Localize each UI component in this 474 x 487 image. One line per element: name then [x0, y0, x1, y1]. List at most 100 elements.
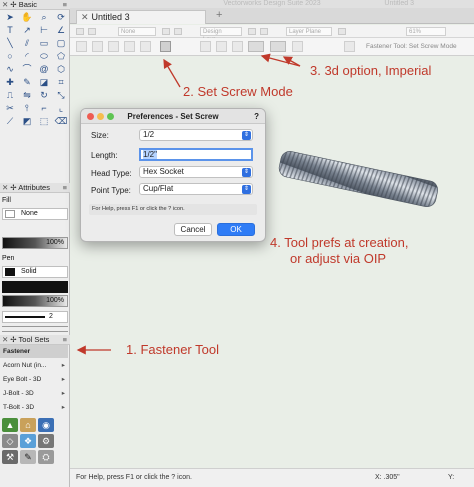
spiral-tool-icon[interactable]: @ [36, 63, 52, 75]
threaded-rod-object[interactable] [272, 148, 444, 214]
plane-select[interactable]: Layer Plane [286, 27, 332, 36]
arrowheads-select[interactable] [2, 326, 68, 332]
callout-tool-icon[interactable]: ↗ [19, 24, 35, 36]
length-field[interactable]: 1/2" [139, 148, 253, 161]
rounded-rect-icon[interactable]: ▢ [53, 37, 69, 49]
toolset-item-j-bolt[interactable]: J-Bolt - 3D ▸ [0, 387, 68, 400]
pen-color-bar[interactable] [2, 281, 68, 293]
fill-style-select[interactable]: None [2, 208, 68, 220]
mode-imperial-icon[interactable] [270, 41, 286, 52]
angle-dimension-icon[interactable]: ∠ [53, 24, 69, 36]
oval-tool-icon[interactable]: ⬭ [36, 50, 52, 62]
attributes-palette-header[interactable]: ✕ ✢ Attributes ≡ [0, 183, 70, 193]
fillet-tool-icon[interactable]: ⌞ [53, 102, 69, 114]
basic-palette-header[interactable]: ✕ ✢ Basic ≡ [0, 0, 70, 10]
fill-opacity-slider[interactable]: 100% [2, 237, 68, 249]
close-icon[interactable]: ✕ [2, 335, 8, 344]
close-icon[interactable]: ✕ [2, 0, 8, 9]
pen-opacity-slider[interactable]: 100% [2, 295, 68, 307]
trim-tool-icon[interactable]: ✂ [2, 102, 18, 114]
text-tool-icon[interactable]: T [2, 24, 18, 36]
head-type-select[interactable]: Hex Socket ⇕ [139, 166, 253, 178]
building-shell-icon[interactable]: ⌂ [20, 418, 36, 432]
render-option-icon[interactable] [174, 28, 182, 35]
double-line-icon[interactable]: ⫽ [19, 37, 35, 49]
locus-tool-icon[interactable]: ✚ [2, 76, 18, 88]
detailing-icon[interactable]: ⚙ [38, 434, 54, 448]
offset-tool-icon[interactable]: ⎍ [2, 89, 18, 101]
mode-bolt-icon[interactable] [92, 41, 103, 52]
projection-icon[interactable] [260, 28, 268, 35]
cancel-button[interactable]: Cancel [174, 223, 212, 236]
pen-style-select[interactable]: Solid [2, 266, 68, 278]
minimize-window-button[interactable] [97, 113, 104, 120]
menu-icon[interactable]: ≡ [63, 335, 67, 345]
mode-standard-nut-icon[interactable] [76, 41, 87, 52]
preferences-icon[interactable] [344, 41, 355, 52]
arc-tool-icon[interactable]: ◜ [19, 50, 35, 62]
polyline-tool-icon[interactable]: ⌒ [19, 63, 35, 75]
line-weight-select[interactable]: 2 [2, 311, 68, 323]
mode-option-d-icon[interactable] [292, 41, 303, 52]
zoom-window-button[interactable] [107, 113, 114, 120]
class-select[interactable]: None [118, 27, 156, 36]
chamfer-tool-icon[interactable]: ⟋ [2, 115, 18, 127]
point-type-select[interactable]: Cup/Flat ⇕ [139, 183, 253, 195]
move-tool-icon[interactable]: ⤡ [53, 89, 69, 101]
menu-icon[interactable]: ≡ [63, 183, 67, 193]
landscape-icon[interactable]: ❖ [20, 434, 36, 448]
clip-tool-icon[interactable]: ◩ [19, 115, 35, 127]
eyedropper-tool-icon[interactable]: ✎ [19, 76, 35, 88]
mode-option-c-icon[interactable] [232, 41, 243, 52]
menu-icon[interactable]: ≡ [63, 0, 67, 10]
view-nav-forward-icon[interactable] [88, 28, 96, 35]
eraser-tool-icon[interactable]: ⌫ [53, 115, 69, 127]
close-tab-icon[interactable]: ✕ [81, 12, 89, 22]
help-button[interactable]: ? [254, 109, 259, 124]
set-screw-mode-icon[interactable] [160, 41, 171, 52]
mode-rivet-icon[interactable] [140, 41, 151, 52]
line-tool-icon[interactable]: ╲ [2, 37, 18, 49]
toolset-item-acorn-nut[interactable]: Acorn Nut (in... ▸ [0, 359, 68, 372]
rotate-tool-icon[interactable]: ↻ [36, 89, 52, 101]
mode-option-a-icon[interactable] [200, 41, 211, 52]
polygon-tool-icon[interactable]: ⬠ [53, 50, 69, 62]
toolset-item-eye-bolt[interactable]: Eye Bolt - 3D ▸ [0, 373, 68, 386]
standard-view-icon[interactable] [338, 28, 346, 35]
site-planning-icon[interactable]: ▲ [2, 418, 18, 432]
mode-screw-icon[interactable] [108, 41, 119, 52]
freehand-tool-icon[interactable]: ∿ [2, 63, 18, 75]
visualization-icon[interactable]: ◉ [38, 418, 54, 432]
view-nav-back-icon[interactable] [76, 28, 84, 35]
toolset-item-t-bolt[interactable]: T-Bolt - 3D ▸ [0, 401, 68, 414]
close-icon[interactable]: ✕ [2, 183, 8, 192]
furniture-icon[interactable]: ◇ [2, 434, 18, 448]
close-window-button[interactable] [87, 113, 94, 120]
zoom-select[interactable]: 61% [406, 27, 446, 36]
pan-tool-icon[interactable]: ✋ [19, 11, 35, 23]
connect-tool-icon[interactable]: ⌐ [36, 102, 52, 114]
new-tab-icon[interactable]: + [216, 9, 222, 21]
zoom-tool-icon[interactable]: ⌕ [36, 11, 52, 23]
symbol-tool-icon[interactable]: ⌗ [53, 76, 69, 88]
toolsets-palette-header[interactable]: ✕ ✢ Tool Sets ≡ [0, 335, 70, 345]
reshape-tool-icon[interactable]: ⬚ [36, 115, 52, 127]
mirror-tool-icon[interactable]: ⇋ [19, 89, 35, 101]
document-tab[interactable]: ✕ Untitled 3 [76, 10, 206, 24]
regular-polygon-icon[interactable]: ⬡ [53, 63, 69, 75]
split-tool-icon[interactable]: ⫯ [19, 102, 35, 114]
layer-select[interactable]: Design Laye... [200, 27, 242, 43]
mode-washer-icon[interactable] [124, 41, 135, 52]
ok-button[interactable]: OK [217, 223, 255, 236]
attribute-mapping-icon[interactable]: ◪ [36, 76, 52, 88]
view-option-icon[interactable] [162, 28, 170, 35]
rectangle-tool-icon[interactable]: ▭ [36, 37, 52, 49]
mode-option-b-icon[interactable] [216, 41, 227, 52]
selection-tool-icon[interactable]: ➤ [2, 11, 18, 23]
circle-tool-icon[interactable]: ○ [2, 50, 18, 62]
dimension-tool-icon[interactable]: ⊢ [36, 24, 52, 36]
dims-notes-icon[interactable]: ✎ [20, 450, 36, 464]
toolset-item-fastener[interactable]: Fastener [0, 345, 68, 358]
mode-3d-icon[interactable] [248, 41, 264, 52]
machine-components-icon[interactable]: ⚒ [2, 450, 18, 464]
